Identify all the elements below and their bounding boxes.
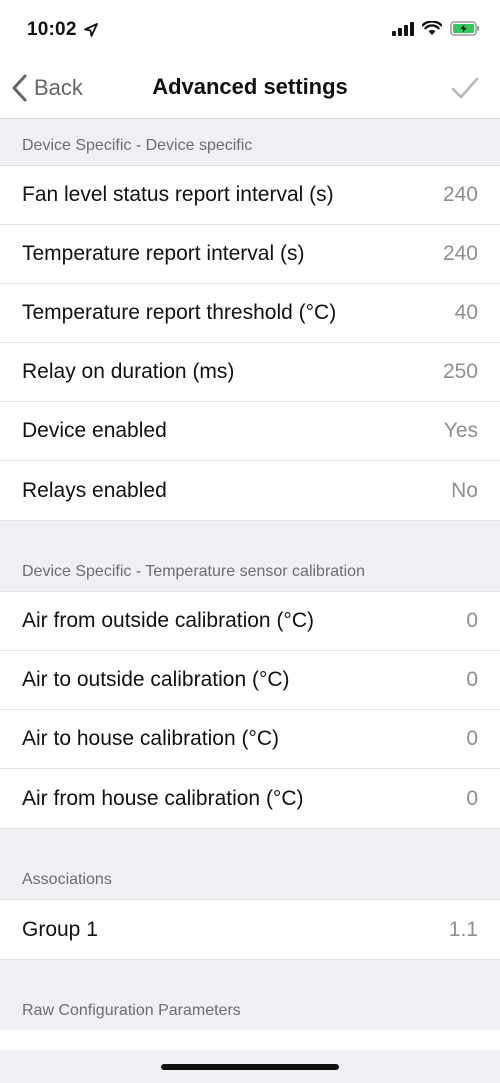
- row-value: 40: [454, 301, 478, 324]
- wifi-icon: [422, 21, 442, 35]
- battery-charging-icon: [450, 21, 480, 36]
- section-header-associations: Associations: [22, 871, 112, 888]
- row-value: 0: [466, 609, 478, 632]
- location-arrow-icon: [84, 23, 98, 37]
- row-value: 0: [466, 786, 478, 810]
- row-label: Device enabled: [22, 419, 167, 442]
- row-value: 240: [442, 242, 478, 265]
- settings-content: Device Specific - Device specific Fan le…: [0, 119, 500, 1050]
- home-indicator[interactable]: [161, 1064, 339, 1070]
- row-label: Fan level status report interval (s): [22, 183, 334, 206]
- row-value: 0: [466, 727, 478, 750]
- page-title: Advanced settings: [152, 74, 348, 99]
- row-fan-level-status-report-interval[interactable]: Fan level status report interval (s) 240: [0, 166, 500, 225]
- row-label: Temperature report threshold (°C): [22, 301, 337, 324]
- section-header-device-specific: Device Specific - Device specific: [22, 137, 253, 154]
- row-label: Group 1: [22, 917, 98, 941]
- row-value: 0: [466, 668, 478, 691]
- row-relays-enabled[interactable]: Relays enabled No: [0, 461, 500, 520]
- status-time: 10:02: [27, 19, 77, 40]
- row-label: Temperature report interval (s): [22, 242, 305, 265]
- row-temperature-report-threshold[interactable]: Temperature report threshold (°C) 40: [0, 284, 500, 343]
- section-header-raw-configuration-parameters: Raw Configuration Parameters: [22, 1002, 241, 1019]
- cellular-signal-icon: [392, 21, 414, 36]
- row-air-to-outside-calibration[interactable]: Air to outside calibration (°C) 0: [0, 651, 500, 710]
- row-label: Relay on duration (ms): [22, 360, 235, 383]
- row-label: Air from house calibration (°C): [22, 786, 304, 810]
- row-label: Air from outside calibration (°C): [22, 609, 314, 632]
- row-air-from-outside-calibration[interactable]: Air from outside calibration (°C) 0: [0, 592, 500, 651]
- row-label: Air to outside calibration (°C): [22, 668, 290, 691]
- status-bar: 10:02: [0, 0, 500, 58]
- temperature-calibration-list: Air from outside calibration (°C) 0 Air …: [0, 591, 500, 829]
- row-air-to-house-calibration[interactable]: Air to house calibration (°C) 0: [0, 710, 500, 769]
- row-relay-on-duration[interactable]: Relay on duration (ms) 250: [0, 343, 500, 402]
- row-value: 1.1: [448, 917, 478, 941]
- row-device-enabled[interactable]: Device enabled Yes: [0, 402, 500, 461]
- navigation-bar: Back Advanced settings: [0, 58, 500, 119]
- row-label: Relays enabled: [22, 478, 167, 502]
- section-header-temperature-sensor-calibration: Device Specific - Temperature sensor cal…: [22, 563, 365, 580]
- row-value: No: [451, 478, 478, 502]
- device-specific-list: Fan level status report interval (s) 240…: [0, 165, 500, 521]
- row-temperature-report-interval[interactable]: Temperature report interval (s) 240: [0, 225, 500, 284]
- checkmark-icon[interactable]: [450, 74, 480, 102]
- associations-list: Group 1 1.1: [0, 899, 500, 960]
- raw-configuration-list: [0, 1030, 500, 1050]
- row-group-1[interactable]: Group 1 1.1: [0, 900, 500, 959]
- row-air-from-house-calibration[interactable]: Air from house calibration (°C) 0: [0, 769, 500, 828]
- row-value: 250: [442, 360, 478, 383]
- row-value: Yes: [443, 419, 478, 442]
- row-value: 240: [442, 183, 478, 206]
- row-label: Air to house calibration (°C): [22, 727, 280, 750]
